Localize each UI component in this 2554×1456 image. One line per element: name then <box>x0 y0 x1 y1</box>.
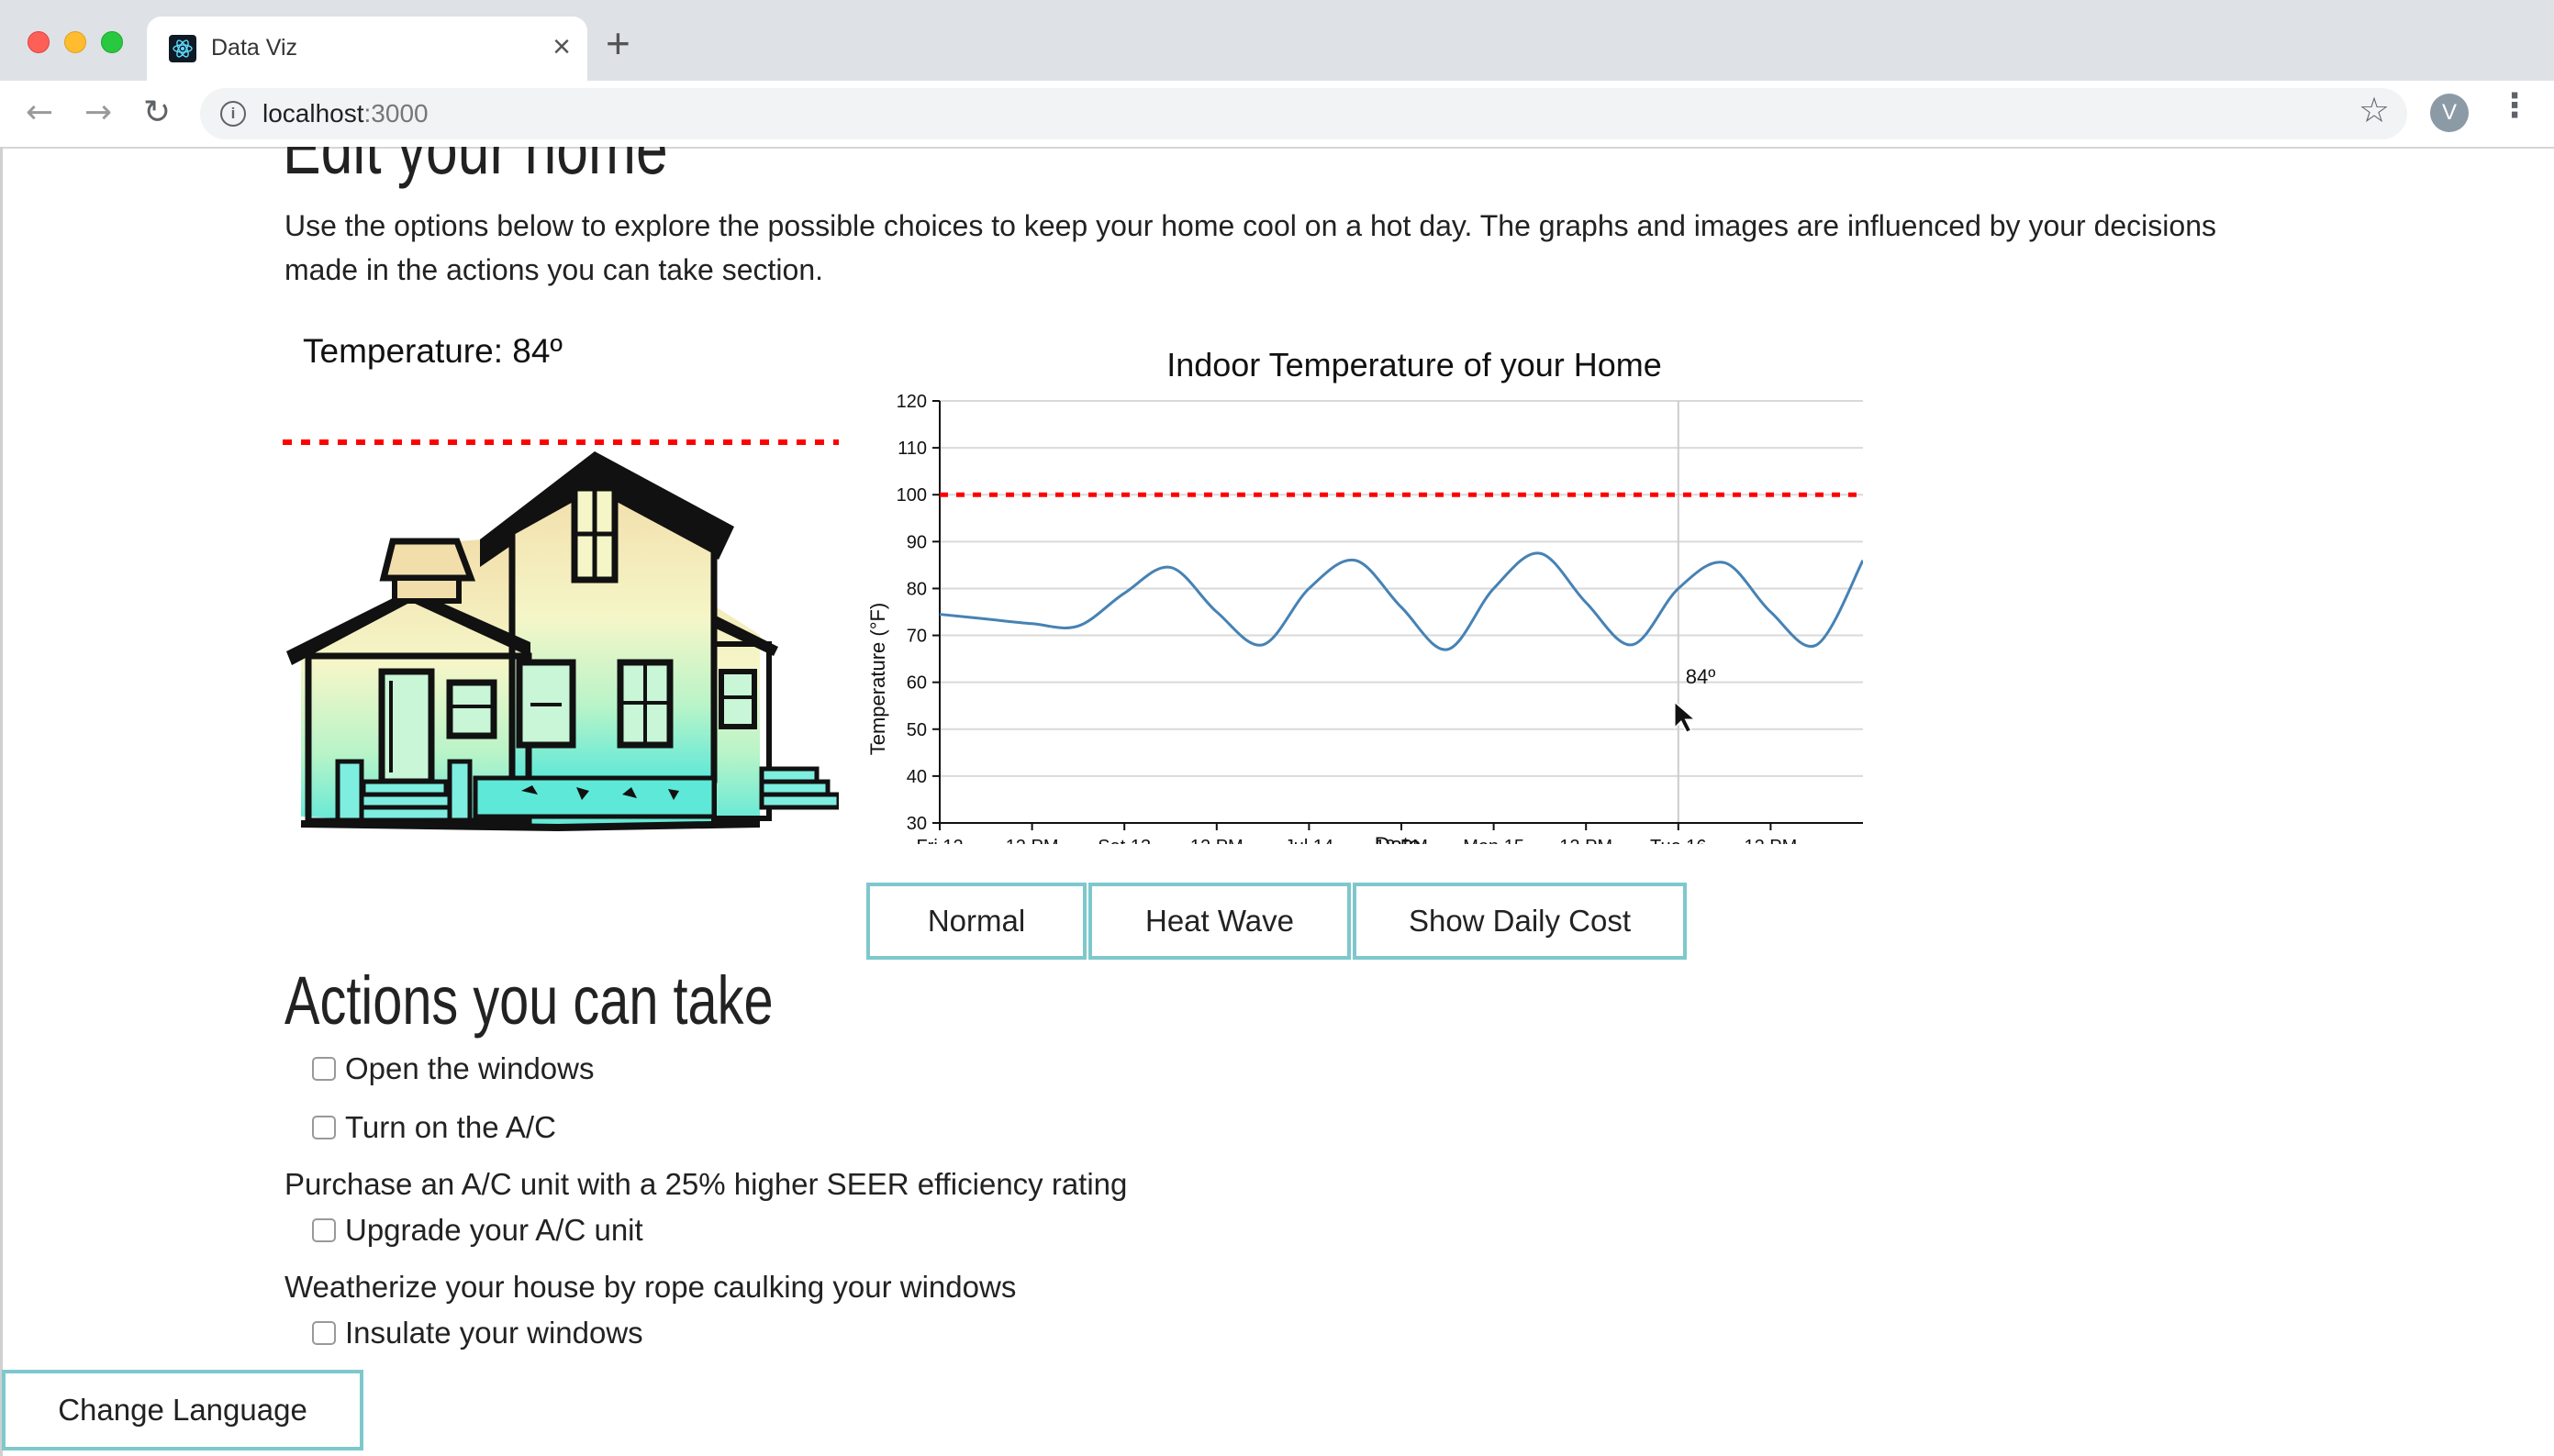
tab-title: Data Viz <box>211 35 298 61</box>
back-arrow-icon[interactable]: ← <box>26 94 53 131</box>
x-tick-label: Jul 14 <box>1285 837 1333 844</box>
heat-wave-button[interactable]: Heat Wave <box>1088 883 1351 960</box>
maximize-window-button[interactable] <box>101 31 123 53</box>
info-icon[interactable]: i <box>220 101 246 127</box>
tab-bar: Data Viz × + <box>0 0 2554 81</box>
tab-close-icon[interactable]: × <box>552 29 571 65</box>
y-tick-label: 60 <box>907 673 927 694</box>
upgrade-ac-checkbox[interactable] <box>312 1218 336 1242</box>
open-windows-checkbox[interactable] <box>312 1057 336 1081</box>
y-tick-label: 70 <box>907 627 927 647</box>
x-tick-label: Tue 16 <box>1650 837 1707 844</box>
x-tick-label: Sat 13 <box>1098 837 1151 844</box>
intro-text: Use the options below to explore the pos… <box>284 209 2216 286</box>
upgrade-ac-label: Upgrade your A/C unit <box>345 1213 643 1247</box>
x-tick-label: 12 PM <box>1559 837 1612 844</box>
insulate-windows-checkbox[interactable] <box>312 1321 336 1345</box>
new-tab-button[interactable]: + <box>606 22 630 64</box>
y-tick-label: 100 <box>897 485 927 506</box>
reload-icon[interactable]: ↻ <box>143 94 171 131</box>
insulate-windows-option[interactable]: Insulate your windows <box>312 1316 643 1350</box>
browser-toolbar: ← → ↻ i localhost:3000 ☆ V ⋮ <box>0 81 2554 149</box>
bookmark-star-icon[interactable]: ☆ <box>2359 90 2390 130</box>
url-text: localhost:3000 <box>262 99 429 128</box>
x-tick-label: 12 PM <box>1744 837 1797 844</box>
chart-series: 84º <box>939 492 1863 734</box>
purchase-ac-description: Purchase an A/C unit with a 25% higher S… <box>284 1167 1128 1201</box>
y-tick-label: 90 <box>907 532 927 552</box>
menu-dots-icon[interactable]: ⋮ <box>2498 90 2531 123</box>
react-icon <box>169 35 196 62</box>
y-axis-label: Temperature (°F) <box>866 603 889 756</box>
x-tick-label: Fri 12 <box>916 837 963 844</box>
house-illustration <box>283 439 839 832</box>
open-windows-label: Open the windows <box>345 1051 595 1085</box>
turn-on-ac-option[interactable]: Turn on the A/C <box>312 1110 556 1145</box>
x-tick-label: Mon 15 <box>1463 837 1524 844</box>
minimize-window-button[interactable] <box>64 31 86 53</box>
show-daily-cost-button[interactable]: Show Daily Cost <box>1353 883 1687 960</box>
normal-button[interactable]: Normal <box>866 883 1087 960</box>
url-port: :3000 <box>363 99 429 128</box>
y-tick-label: 120 <box>897 392 927 412</box>
y-tick-label: 50 <box>907 720 927 740</box>
weatherize-description: Weatherize your house by rope caulking y… <box>284 1270 1017 1304</box>
forward-arrow-icon[interactable]: → <box>84 94 112 131</box>
browser-tab[interactable]: Data Viz × <box>147 17 587 81</box>
actions-heading: Actions you can take <box>284 962 774 1039</box>
profile-avatar[interactable]: V <box>2430 94 2469 132</box>
temperature-chart[interactable]: Indoor Temperature of your Home 120 110 10… <box>853 330 1863 844</box>
scenario-button-group: Normal Heat Wave Show Daily Cost <box>866 883 1689 960</box>
y-tick-label: 40 <box>907 767 927 787</box>
page-content: Edit your home Use the options below to … <box>0 147 2554 1456</box>
y-tick-label: 30 <box>907 814 927 834</box>
x-tick-label: 12 PM <box>1006 837 1059 844</box>
temperature-readout: Temperature: 84º <box>303 332 563 370</box>
chart-title: Indoor Temperature of your Home <box>1166 346 1662 383</box>
y-tick-label: 80 <box>907 579 927 599</box>
x-axis-label: Date <box>1375 833 1422 844</box>
browser-chrome: Data Viz × + ← → ↻ i localhost:3000 ☆ V … <box>0 0 2554 149</box>
upgrade-ac-option[interactable]: Upgrade your A/C unit <box>312 1213 643 1248</box>
open-windows-option[interactable]: Open the windows <box>312 1051 595 1086</box>
close-window-button[interactable] <box>28 31 50 53</box>
chart-grid <box>940 400 1863 824</box>
insulate-windows-label: Insulate your windows <box>345 1316 643 1350</box>
address-bar[interactable]: i localhost:3000 <box>200 88 2407 139</box>
y-tick-label: 110 <box>898 439 927 459</box>
x-tick-label: 12 PM <box>1190 837 1244 844</box>
turn-on-ac-checkbox[interactable] <box>312 1116 336 1139</box>
hover-value-label: 84º <box>1686 665 1716 688</box>
page-title: Edit your home <box>283 147 668 189</box>
url-host: localhost <box>262 99 364 128</box>
turn-on-ac-label: Turn on the A/C <box>345 1110 556 1144</box>
change-language-button[interactable]: Change Language <box>2 1370 363 1450</box>
